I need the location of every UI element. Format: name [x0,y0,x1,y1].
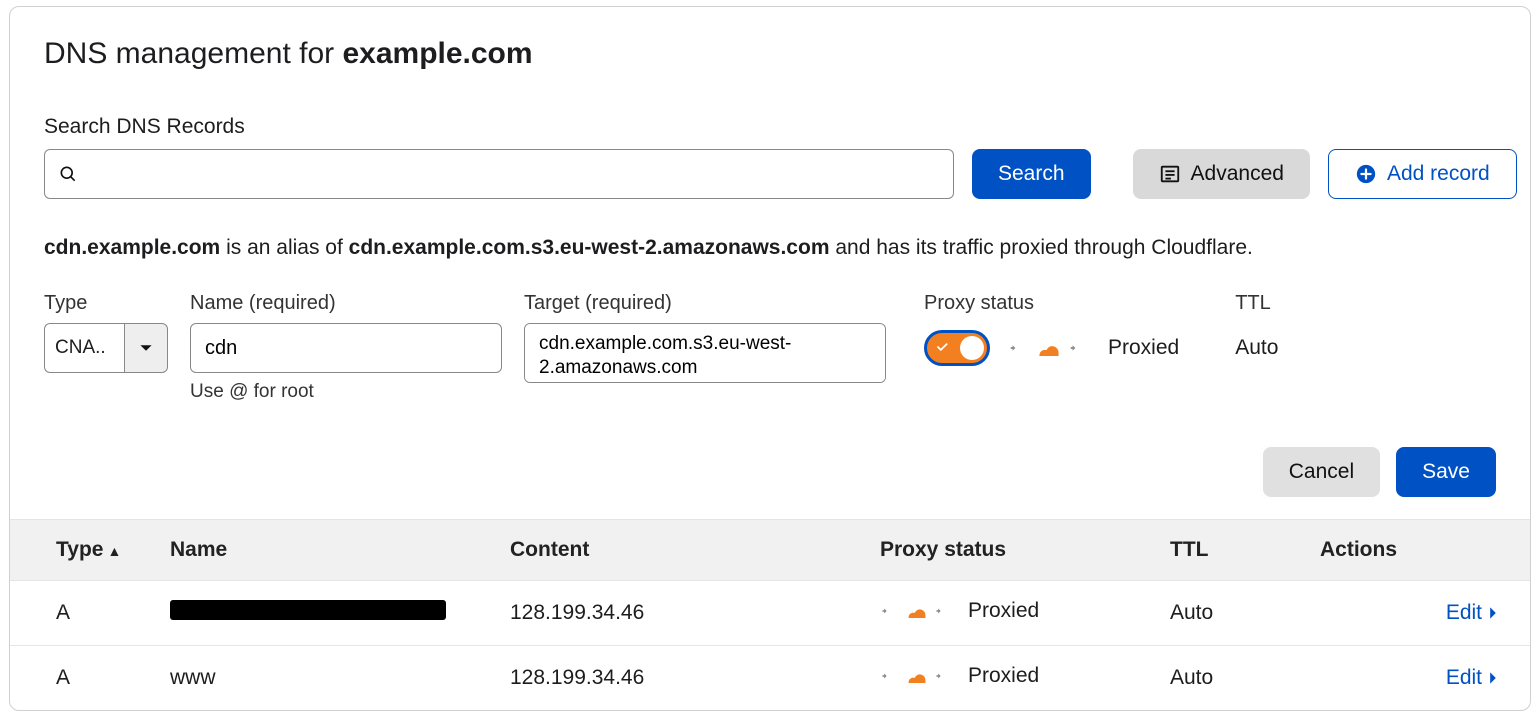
advanced-button[interactable]: Advanced [1133,149,1310,199]
name-input[interactable] [190,323,502,373]
search-button[interactable]: Search [972,149,1091,199]
form-actions: Cancel Save [44,447,1496,497]
type-select-trigger[interactable] [124,323,168,373]
page-title-prefix: DNS management for [44,37,342,70]
alias-summary-line: cdn.example.com is an alias of cdn.examp… [44,233,1496,262]
proxy-status-label: Proxy status [924,292,1179,315]
target-label: Target (required) [524,292,886,315]
chevron-right-icon [1486,606,1500,620]
alias-target: cdn.example.com.s3.eu-west-2.amazonaws.c… [349,236,830,259]
search-label: Search DNS Records [44,115,1496,139]
check-icon [935,340,949,354]
th-ttl[interactable]: TTL [1170,520,1320,581]
record-edit-form: Type CNA.. Name (required) Use @ for roo… [44,292,1496,403]
th-actions: Actions [1320,520,1530,581]
page-title-domain: example.com [342,37,532,70]
cell-content: 128.199.34.46 [510,646,880,711]
save-button[interactable]: Save [1396,447,1496,497]
cell-name: www [170,666,216,689]
target-field: Target (required) [524,292,886,383]
ttl-field: TTL Auto [1235,292,1278,373]
cell-ttl: Auto [1170,646,1320,711]
records-table: Type▲ Name Content Proxy status TTL Acti… [10,519,1530,710]
th-name[interactable]: Name [170,520,510,581]
plus-circle-icon [1355,163,1377,185]
search-input-wrap [44,149,954,199]
name-label: Name (required) [190,292,502,315]
proxy-toggle[interactable] [924,330,990,366]
cell-ttl: Auto [1170,581,1320,646]
cell-proxy: Proxied [968,664,1039,688]
table-row: A 128.199.34.46 Proxied Auto Edit [10,581,1530,646]
type-field: Type CNA.. [44,292,168,373]
type-select[interactable]: CNA.. [44,323,168,373]
cancel-button[interactable]: Cancel [1263,447,1380,497]
alias-host: cdn.example.com [44,236,220,259]
name-hint: Use @ for root [190,381,502,403]
ttl-label: TTL [1235,292,1278,315]
name-field: Name (required) Use @ for root [190,292,502,403]
target-input[interactable] [524,323,886,383]
th-content[interactable]: Content [510,520,880,581]
edit-link[interactable]: Edit [1446,666,1500,690]
redacted-name [170,600,446,620]
th-type[interactable]: Type▲ [10,520,170,581]
cell-content: 128.199.34.46 [510,581,880,646]
th-proxy[interactable]: Proxy status [880,520,1170,581]
search-row: Search Advanced Add record [44,149,1496,199]
cloud-proxy-icon [880,665,954,687]
add-record-button[interactable]: Add record [1328,149,1517,199]
cloud-proxy-icon [1008,336,1090,360]
cell-proxy: Proxied [968,599,1039,623]
page-title: DNS management for example.com [44,37,1496,71]
search-input[interactable] [44,149,954,199]
proxy-field: Proxy status Proxied [924,292,1179,373]
cell-type: A [10,646,170,711]
cloud-proxy-icon [880,600,954,622]
table-row: A www 128.199.34.46 Proxied Auto Edit [10,646,1530,711]
type-select-value: CNA.. [44,323,124,373]
type-label: Type [44,292,168,315]
caret-down-icon [139,341,153,355]
proxy-status-value: Proxied [1108,336,1179,360]
ttl-value: Auto [1235,323,1278,373]
cell-type: A [10,581,170,646]
chevron-right-icon [1486,671,1500,685]
edit-link[interactable]: Edit [1446,601,1500,625]
sort-asc-icon: ▲ [107,543,121,559]
dns-management-panel: DNS management for example.com Search DN… [9,6,1531,711]
search-icon [58,164,78,184]
list-icon [1159,163,1181,185]
